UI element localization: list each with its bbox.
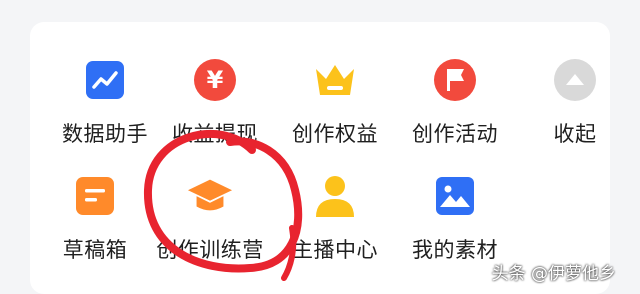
collapse-label: 收起	[553, 122, 597, 146]
creator-activities-label: 创作活动	[412, 122, 498, 146]
person-icon	[311, 172, 359, 220]
draft-icon	[71, 172, 119, 220]
streamer-center-item[interactable]: 主播中心	[280, 172, 390, 282]
yen-icon: ¥	[191, 56, 239, 104]
drafts-item[interactable]: 草稿箱	[40, 172, 150, 282]
flag-icon	[431, 56, 479, 104]
earnings-withdraw-item[interactable]: ¥ 收益提现	[160, 56, 270, 166]
creator-activities-item[interactable]: 创作活动	[400, 56, 510, 166]
creation-camp-label: 创作训练营	[156, 238, 264, 262]
crown-icon	[311, 56, 359, 104]
svg-text:¥: ¥	[207, 66, 224, 94]
collapse-item[interactable]: 收起	[520, 56, 630, 166]
data-assistant-label: 数据助手	[62, 122, 148, 146]
graduation-cap-icon	[186, 172, 234, 220]
creator-rights-label: 创作权益	[292, 122, 378, 146]
creation-camp-item[interactable]: 创作训练营	[155, 172, 265, 282]
watermark: 头条 @伊萝他乡	[491, 264, 616, 284]
streamer-center-label: 主播中心	[292, 238, 378, 262]
collapse-up-icon	[551, 56, 599, 104]
creator-tools-panel: 数据助手 ¥ 收益提现 创作权益 创作活动 收起 草稿箱 创作训练营 主播中心 …	[30, 22, 610, 294]
image-icon	[431, 172, 479, 220]
drafts-label: 草稿箱	[62, 238, 128, 262]
my-materials-label: 我的素材	[412, 238, 498, 262]
trend-chart-icon	[81, 56, 129, 104]
earnings-withdraw-label: 收益提现	[172, 122, 258, 146]
data-assistant-item[interactable]: 数据助手	[50, 56, 160, 166]
creator-rights-item[interactable]: 创作权益	[280, 56, 390, 166]
